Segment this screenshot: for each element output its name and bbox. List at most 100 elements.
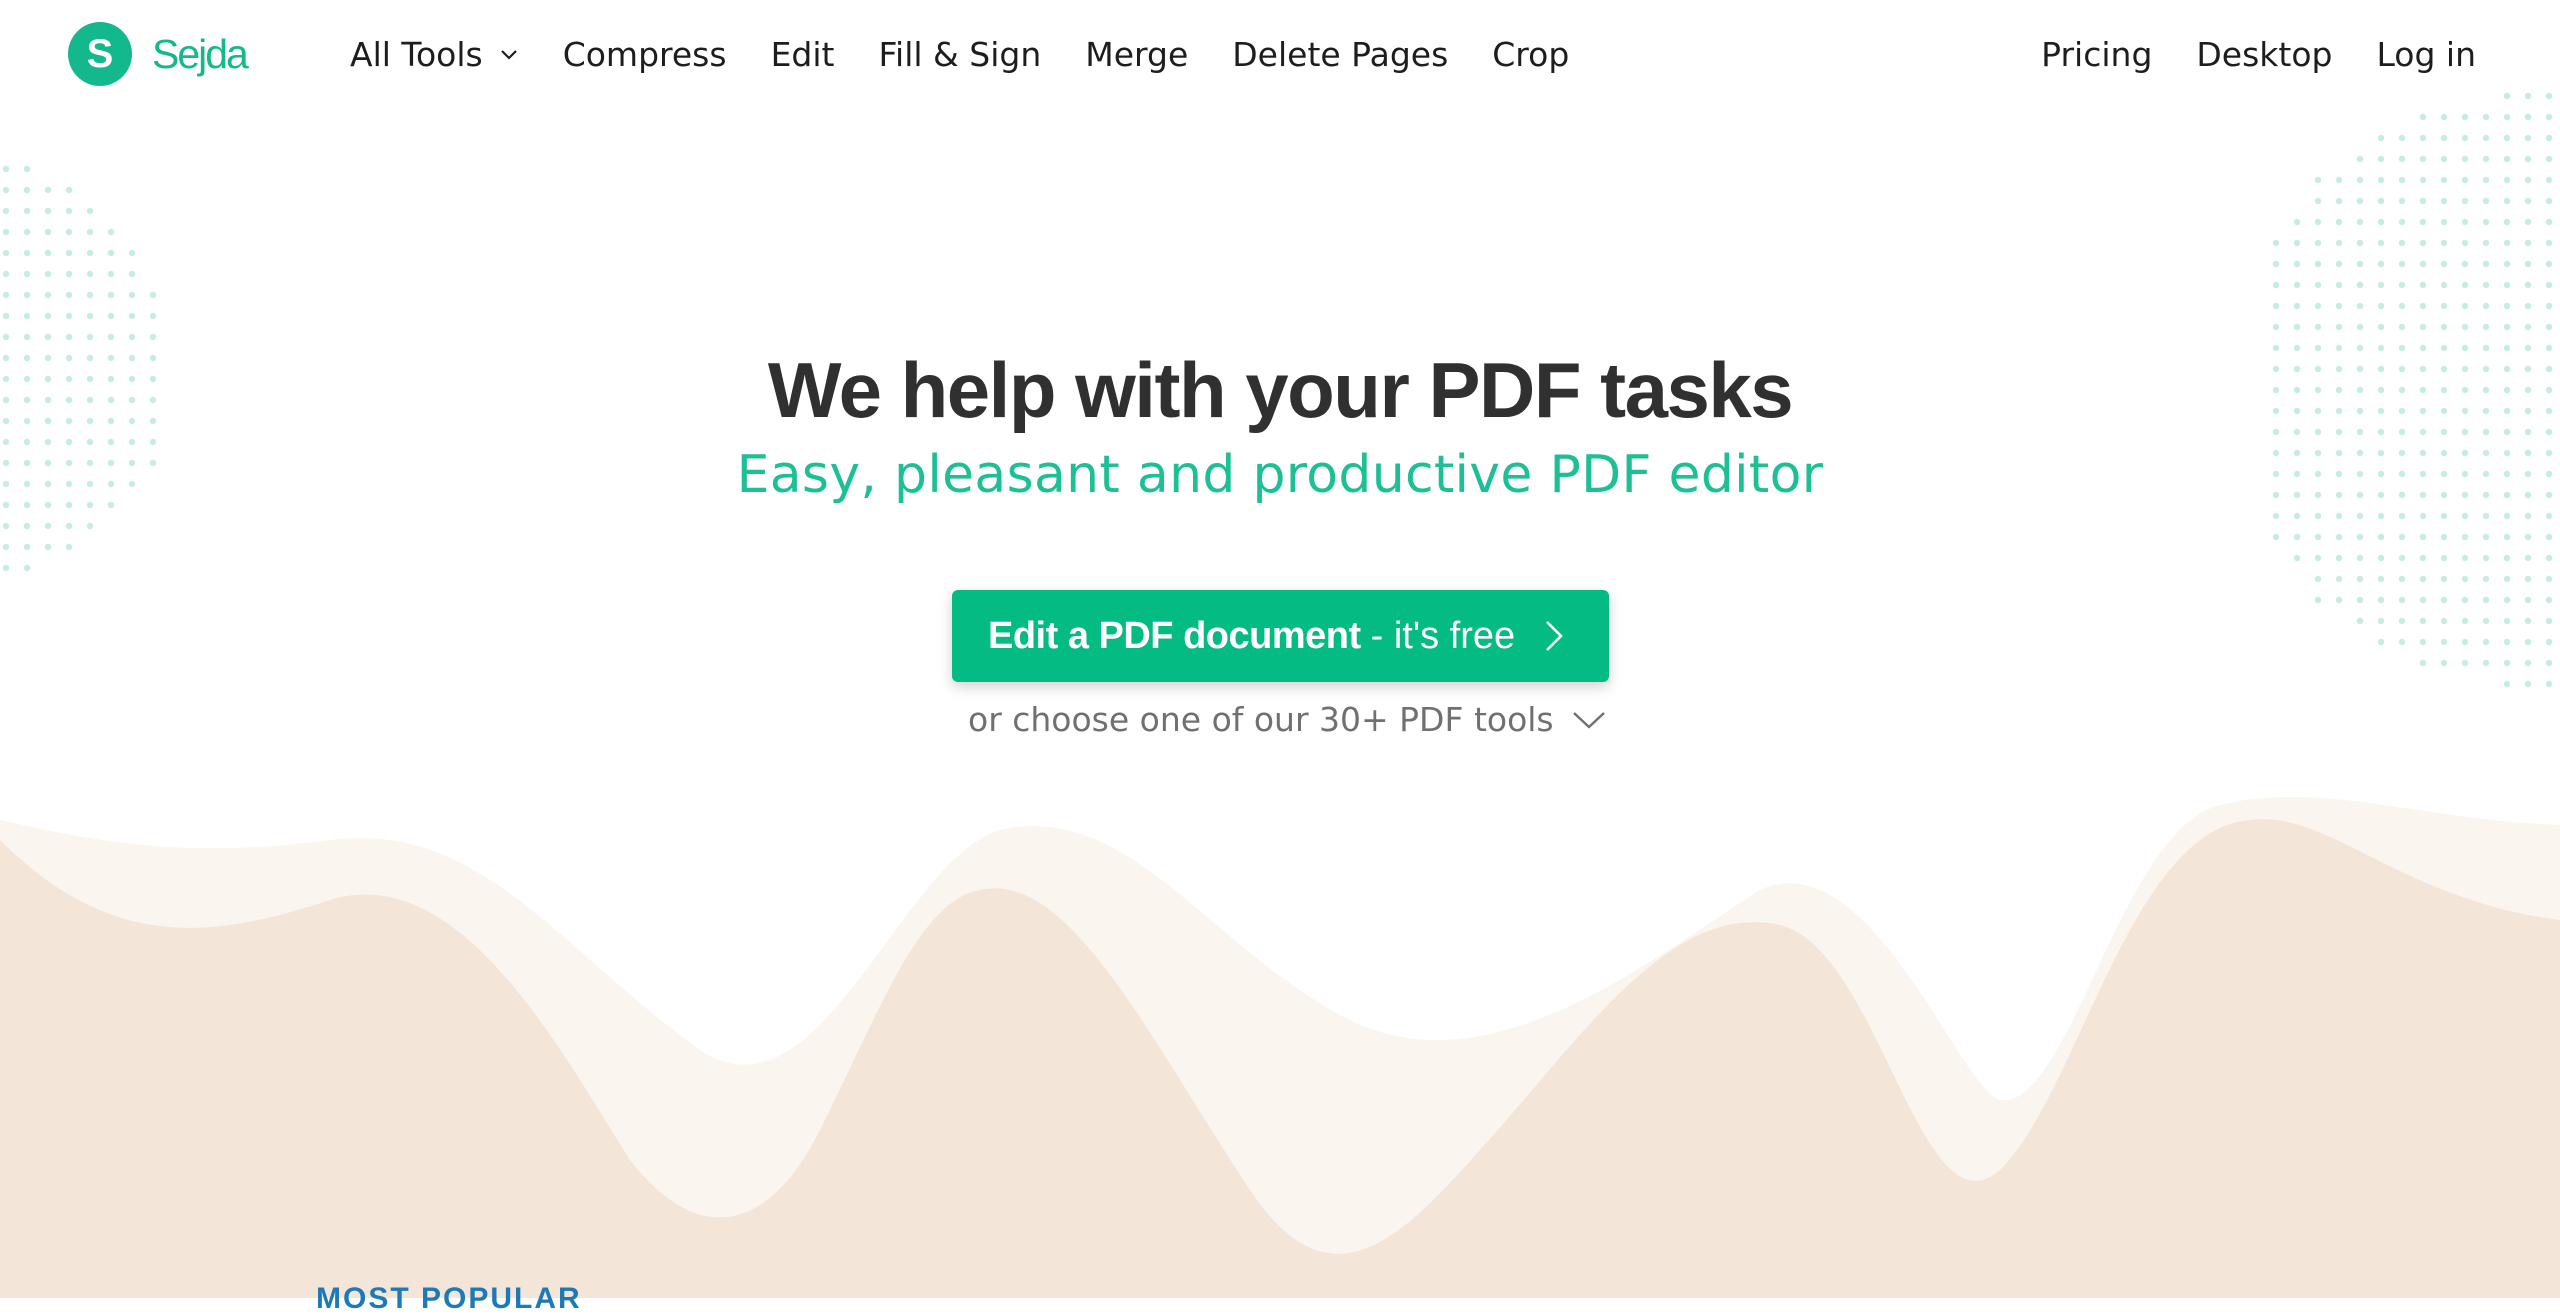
hero-title: We help with your PDF tasks xyxy=(767,346,1794,434)
decorative-dot xyxy=(2461,638,2469,646)
decorative-dot xyxy=(2440,302,2448,310)
decorative-dot xyxy=(2482,533,2490,541)
decorative-dot xyxy=(149,312,157,320)
decorative-dot xyxy=(2545,176,2553,184)
decorative-dot xyxy=(2461,302,2469,310)
decorative-dot xyxy=(65,249,73,257)
decorative-dot xyxy=(2398,281,2406,289)
decorative-dot xyxy=(2398,134,2406,142)
decorative-dot xyxy=(2419,281,2427,289)
decorative-dot xyxy=(44,543,52,551)
decorative-dot xyxy=(2356,554,2364,562)
decorative-dot xyxy=(2314,197,2322,205)
decorative-dot xyxy=(2377,323,2385,331)
decorative-dot xyxy=(2293,512,2301,520)
decorative-dot xyxy=(2524,596,2532,604)
decorative-dot xyxy=(2419,659,2427,667)
decorative-dot xyxy=(2440,512,2448,520)
decorative-dot xyxy=(2419,197,2427,205)
decorative-dot xyxy=(86,270,94,278)
decorative-dot xyxy=(2,228,10,236)
nav-edit[interactable]: Edit xyxy=(771,35,835,74)
decorative-dot xyxy=(2377,617,2385,625)
decorative-dot xyxy=(2314,302,2322,310)
decorative-dot xyxy=(2524,134,2532,142)
decorative-dot xyxy=(2419,575,2427,583)
nav-crop[interactable]: Crop xyxy=(1492,35,1569,74)
decorative-dot xyxy=(2503,512,2511,520)
decorative-dot xyxy=(2482,155,2490,163)
decorative-dot xyxy=(2419,512,2427,520)
more-tools-link[interactable]: or choose one of our 30+ PDF tools xyxy=(968,700,1606,739)
decorative-dot xyxy=(2335,323,2343,331)
decorative-dot xyxy=(23,207,31,215)
decorative-dot xyxy=(2440,554,2448,562)
decorative-dot xyxy=(2356,218,2364,226)
decorative-dot xyxy=(86,228,94,236)
decorative-dot xyxy=(2440,323,2448,331)
decorative-dot xyxy=(2398,218,2406,226)
decorative-dot xyxy=(128,312,136,320)
decorative-dot xyxy=(2356,617,2364,625)
decorative-dot xyxy=(65,291,73,299)
decorative-dot xyxy=(2335,260,2343,268)
nav-all-tools-dropdown[interactable]: All Tools xyxy=(350,35,519,74)
svg-text:S: S xyxy=(87,32,114,76)
decorative-dot xyxy=(23,312,31,320)
nav-merge[interactable]: Merge xyxy=(1085,35,1188,74)
decorative-dot xyxy=(2440,239,2448,247)
decorative-dot xyxy=(2461,575,2469,583)
decorative-dot xyxy=(2377,596,2385,604)
nav-compress[interactable]: Compress xyxy=(563,35,727,74)
decorative-dot xyxy=(2440,197,2448,205)
decorative-dot xyxy=(2545,197,2553,205)
decorative-dot xyxy=(2335,512,2343,520)
decorative-dot xyxy=(2,312,10,320)
brand-name: Sejda xyxy=(152,30,249,77)
decorative-dot xyxy=(2503,260,2511,268)
decorative-dot xyxy=(2314,512,2322,520)
decorative-dot xyxy=(65,207,73,215)
decorative-dot xyxy=(2545,302,2553,310)
decorative-dot xyxy=(2461,533,2469,541)
decorative-dot xyxy=(2482,596,2490,604)
nav-login[interactable]: Log in xyxy=(2376,35,2476,74)
decorative-dot xyxy=(2335,596,2343,604)
nav-pricing[interactable]: Pricing xyxy=(2041,35,2152,74)
decorative-dot xyxy=(44,522,52,530)
decorative-dot xyxy=(2503,575,2511,583)
decorative-dot xyxy=(23,249,31,257)
decorative-dot xyxy=(2524,176,2532,184)
decorative-dot xyxy=(2503,680,2511,688)
decorative-dot xyxy=(2503,197,2511,205)
decorative-dot xyxy=(2419,323,2427,331)
decorative-dot xyxy=(65,522,73,530)
decorative-dot xyxy=(2419,554,2427,562)
decorative-dot xyxy=(107,249,115,257)
decorative-dot xyxy=(2398,512,2406,520)
decorative-dot xyxy=(2,522,10,530)
decorative-dot xyxy=(86,207,94,215)
decorative-dot xyxy=(2482,554,2490,562)
decorative-dot xyxy=(2482,512,2490,520)
nav-fill-sign[interactable]: Fill & Sign xyxy=(878,35,1041,74)
decorative-dot xyxy=(2419,239,2427,247)
decorative-dot xyxy=(2377,302,2385,310)
edit-pdf-cta-button[interactable]: Edit a PDF document - it's free xyxy=(952,590,1609,682)
nav-delete-pages[interactable]: Delete Pages xyxy=(1232,35,1448,74)
brand-home-link[interactable]: S Sejda xyxy=(68,22,249,86)
decorative-dot xyxy=(2503,176,2511,184)
decorative-dot xyxy=(2335,176,2343,184)
decorative-dot xyxy=(2545,617,2553,625)
nav-desktop[interactable]: Desktop xyxy=(2196,35,2332,74)
decorative-dot xyxy=(2335,302,2343,310)
decorative-dot xyxy=(2482,302,2490,310)
decorative-dot xyxy=(2356,239,2364,247)
decorative-dot xyxy=(44,228,52,236)
decorative-dot xyxy=(128,291,136,299)
decorative-dot xyxy=(2545,596,2553,604)
decorative-dot xyxy=(2398,638,2406,646)
decorative-dot xyxy=(2356,281,2364,289)
decorative-dot xyxy=(2524,575,2532,583)
decorative-dot xyxy=(44,249,52,257)
